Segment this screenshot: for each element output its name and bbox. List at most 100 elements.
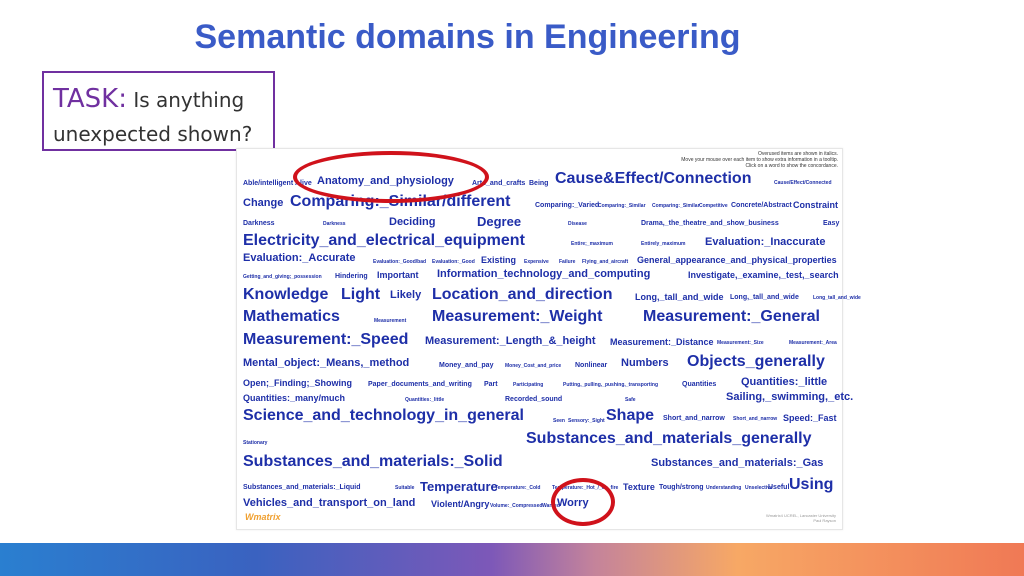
- word-item[interactable]: Information_technology_and_computing: [437, 269, 650, 280]
- task-box: TASK: Is anything unexpected shown?: [42, 71, 275, 151]
- word-item[interactable]: Expensive: [524, 260, 549, 265]
- word-item[interactable]: Easy: [823, 220, 839, 227]
- word-item[interactable]: Darkness: [243, 220, 275, 227]
- word-item[interactable]: Vehicles_and_transport_on_land: [243, 498, 415, 509]
- word-item[interactable]: Sailing,_swimming,_etc.: [726, 392, 853, 403]
- word-item[interactable]: Measurement:_General: [643, 309, 820, 325]
- word-item[interactable]: Evaluation:_Accurate: [243, 253, 355, 264]
- word-item[interactable]: Likely: [390, 290, 421, 301]
- word-item[interactable]: Short_and_narrow: [663, 415, 725, 422]
- word-item[interactable]: Drama,_the_theatre_and_show_business: [641, 220, 779, 227]
- word-item[interactable]: Stationary: [243, 441, 267, 446]
- word-item[interactable]: Investigate,_examine,_test,_search: [688, 271, 839, 280]
- word-item[interactable]: Putting,_pulling,_pushing,_transporting: [563, 383, 658, 388]
- word-item[interactable]: Understanding: [706, 486, 741, 491]
- word-item[interactable]: Using: [789, 477, 833, 493]
- word-item[interactable]: Temperature: [420, 480, 498, 493]
- word-item[interactable]: Evaluation:_Inaccurate: [705, 237, 825, 248]
- word-item[interactable]: Measurement:_Area: [789, 341, 837, 346]
- word-item[interactable]: Comparing:_Varied: [535, 202, 599, 209]
- word-item[interactable]: Existing: [481, 256, 516, 265]
- slide-title: Semantic domains in Engineering: [194, 18, 741, 56]
- task-lead: TASK:: [53, 84, 127, 114]
- word-item[interactable]: Competitive: [699, 204, 728, 209]
- word-item[interactable]: Failure: [559, 260, 575, 265]
- word-item[interactable]: Nonlinear: [575, 362, 607, 369]
- word-item[interactable]: Numbers: [621, 358, 669, 369]
- word-item[interactable]: Temperature:_Cold: [495, 486, 540, 491]
- word-item[interactable]: Entirely_maximum: [641, 242, 685, 247]
- word-item[interactable]: Measurement:_Distance: [610, 338, 714, 347]
- word-item[interactable]: Tough/strong: [659, 484, 704, 491]
- word-item[interactable]: Comparing:_Similar: [598, 204, 646, 209]
- word-item[interactable]: Comparing:_Similar: [652, 204, 700, 209]
- word-item[interactable]: Light: [341, 287, 380, 303]
- word-item[interactable]: Paper_documents_and_writing: [368, 381, 472, 388]
- word-item[interactable]: Darkness: [323, 222, 346, 227]
- word-item[interactable]: Volume:_Compressed: [490, 504, 542, 509]
- word-item[interactable]: Measurement:_Length_&_height: [425, 336, 596, 347]
- word-item[interactable]: Disease: [568, 222, 587, 227]
- word-item[interactable]: Deciding: [389, 217, 435, 228]
- word-item[interactable]: Measurement:_Weight: [432, 309, 602, 325]
- word-item[interactable]: Objects_generally: [687, 354, 825, 370]
- word-item[interactable]: Location_and_direction: [432, 287, 612, 303]
- word-item[interactable]: Mental_object:_Means,_method: [243, 358, 409, 369]
- word-item[interactable]: Seen: [553, 419, 565, 424]
- word-item[interactable]: Flying_and_aircraft: [582, 260, 628, 265]
- word-item[interactable]: Substances_and_materials:_Gas: [651, 458, 823, 469]
- word-item[interactable]: Speed:_Fast: [783, 414, 837, 423]
- word-item[interactable]: Evaluation:_Good: [432, 260, 475, 265]
- word-item[interactable]: Quantities:_little: [741, 377, 827, 388]
- word-item[interactable]: Substances_and_materials:_Solid: [243, 454, 503, 470]
- word-item[interactable]: Long_tall_and_wide: [813, 296, 861, 301]
- word-item[interactable]: Getting_and_giving;_possession: [243, 275, 322, 280]
- word-item[interactable]: Electricity_and_electrical_equipment: [243, 233, 525, 249]
- word-item[interactable]: Important: [377, 271, 419, 280]
- word-item[interactable]: Participating: [513, 383, 543, 388]
- word-item[interactable]: Constraint: [793, 201, 838, 210]
- word-item[interactable]: Measurement: [374, 319, 406, 324]
- word-item[interactable]: Quantities:_many/much: [243, 394, 345, 403]
- word-item[interactable]: Recorded_sound: [505, 396, 562, 403]
- bottom-gradient-bar: [0, 543, 1024, 576]
- word-item[interactable]: Degree: [477, 215, 521, 228]
- credit-text: Wmatrix4 UCREL, Lancaster University Pau…: [766, 513, 836, 523]
- word-item[interactable]: Short_and_narrow: [733, 417, 777, 422]
- word-item[interactable]: Money_Cost_and_price: [505, 364, 561, 369]
- word-item[interactable]: Entire;_maximum: [571, 242, 613, 247]
- word-item[interactable]: Open;_Finding;_Showing: [243, 379, 352, 388]
- word-item[interactable]: Useful: [768, 484, 789, 491]
- word-item[interactable]: General_appearance_and_physical_properti…: [637, 256, 837, 265]
- word-item[interactable]: Measurement:_Speed: [243, 332, 408, 348]
- word-item[interactable]: Measurement:_Size: [717, 341, 764, 346]
- credit-line: Paul Rayson: [813, 518, 836, 524]
- word-item[interactable]: Safe: [625, 398, 636, 403]
- word-item[interactable]: Cause&Effect/Connection: [555, 171, 751, 187]
- word-item[interactable]: Quantities: [682, 381, 716, 388]
- word-item[interactable]: Knowledge: [243, 287, 328, 303]
- word-item[interactable]: Sensory:_Sight: [568, 419, 605, 424]
- word-item[interactable]: Being: [529, 180, 548, 187]
- word-item[interactable]: Evaluation:_Good/bad: [373, 260, 426, 265]
- word-item[interactable]: Substances_and_materials_generally: [526, 431, 811, 447]
- word-item[interactable]: Texture: [623, 483, 655, 492]
- word-item[interactable]: Long,_tall_and_wide: [635, 293, 724, 302]
- word-item[interactable]: Part: [484, 381, 498, 388]
- highlight-ellipse-anatomy: [293, 151, 489, 203]
- word-item[interactable]: Shape: [606, 408, 654, 424]
- word-item[interactable]: Violent/Angry: [431, 500, 489, 509]
- word-item[interactable]: Suitable: [395, 486, 414, 491]
- word-item[interactable]: Concrete/Abstract: [731, 202, 792, 209]
- highlight-ellipse-worry: [551, 478, 615, 526]
- word-item[interactable]: Substances_and_materials:_Liquid: [243, 484, 360, 491]
- word-item[interactable]: Change: [243, 198, 283, 209]
- word-item[interactable]: Hindering: [335, 273, 368, 280]
- word-item[interactable]: Cause/Effect/Connected: [774, 181, 832, 186]
- word-item[interactable]: Quantities:_little: [405, 398, 444, 403]
- word-item[interactable]: Mathematics: [243, 309, 340, 325]
- word-item[interactable]: Able/intelligent: [243, 180, 293, 187]
- word-item[interactable]: Science_and_technology_in_general: [243, 408, 524, 424]
- word-item[interactable]: Long,_tall_and_wide: [730, 294, 799, 301]
- word-item[interactable]: Money_and_pay: [439, 362, 493, 369]
